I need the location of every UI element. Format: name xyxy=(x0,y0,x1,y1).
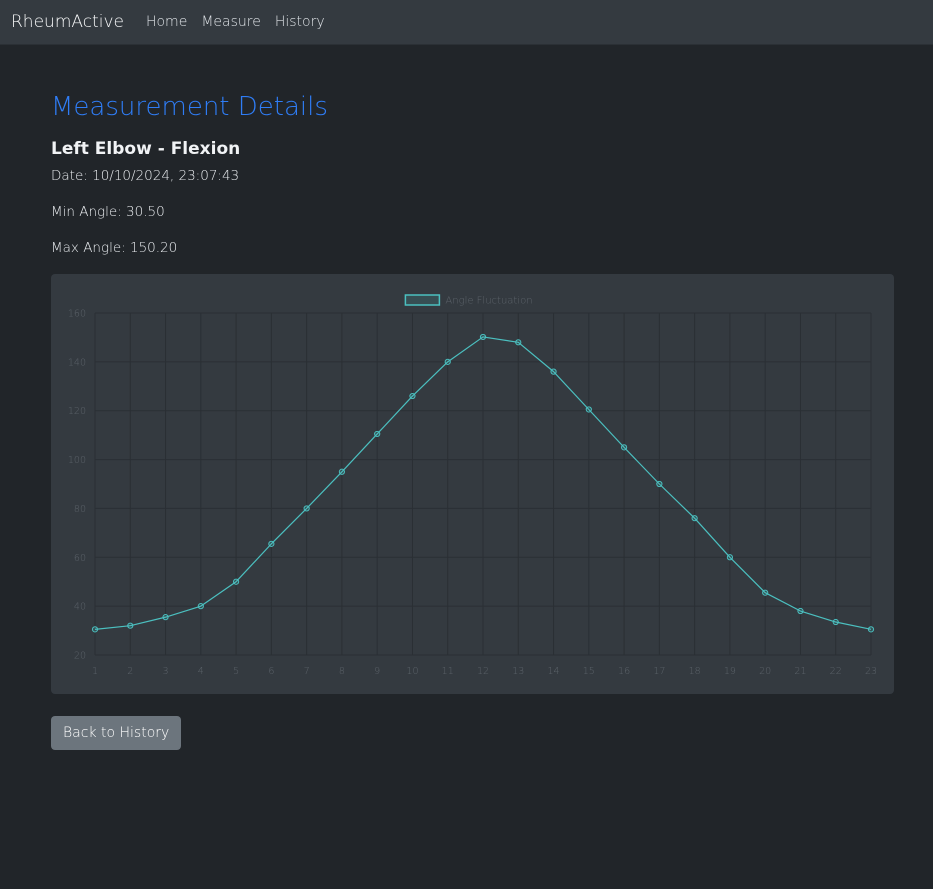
x-tick-label: 9 xyxy=(374,666,380,677)
measurement-subtitle: Left Elbow - Flexion xyxy=(51,139,241,159)
data-point xyxy=(691,515,698,522)
data-point xyxy=(550,368,557,375)
x-tick-label: 4 xyxy=(198,666,204,677)
y-tick-label: 20 xyxy=(74,651,86,662)
y-tick-label: 80 xyxy=(74,504,86,515)
angle-chart-card: 20 40 60 80 100 120 140 160 1 2 3 4 5 6 7 8 9 10 11 12 13 14 1… xyxy=(51,274,894,694)
x-tick-label: 3 xyxy=(163,666,169,677)
nav-link-measure[interactable]: Measure xyxy=(201,14,261,30)
x-tick-label: 23 xyxy=(865,666,877,677)
x-tick-label: 17 xyxy=(653,666,665,677)
nav-link-home[interactable]: Home xyxy=(146,14,187,30)
x-tick-label: 10 xyxy=(406,666,418,677)
data-point xyxy=(726,554,734,561)
data-point xyxy=(374,430,381,438)
data-point xyxy=(338,468,346,475)
min-angle: Min Angle: 30.50 xyxy=(51,204,165,220)
x-tick-label: 20 xyxy=(759,666,771,677)
data-point xyxy=(197,603,204,610)
y-tick-label: 100 xyxy=(68,455,86,466)
x-tick-label: 19 xyxy=(724,666,736,677)
data-point xyxy=(515,339,522,346)
back-to-history-button[interactable]: Back to History xyxy=(51,716,182,750)
main-content: Measurement Details Left Elbow - Flexion… xyxy=(0,91,933,750)
x-tick-label: 18 xyxy=(689,666,701,677)
data-point xyxy=(91,626,99,633)
data-point xyxy=(162,614,169,621)
measurement-date: Date: 10/10/2024, 23:07:43 xyxy=(51,168,240,184)
x-tick-label: 11 xyxy=(442,666,454,677)
x-tick-label: 5 xyxy=(233,666,239,677)
y-tick-label: 140 xyxy=(68,357,86,368)
angle-chart: 204060801001201401601 2 3 4 5 6 7 8 9 10 11 12 13 14 1… xyxy=(68,294,877,677)
data-point xyxy=(797,607,804,615)
nav-link-history[interactable]: History xyxy=(275,14,325,30)
x-tick-label: 7 xyxy=(304,666,310,677)
x-tick-label: 22 xyxy=(830,666,842,677)
x-tick-label: 15 xyxy=(583,666,595,677)
data-point xyxy=(127,622,134,629)
data-point xyxy=(656,480,663,488)
x-tick-label: 1 xyxy=(92,666,98,677)
x-tick-label: 12 xyxy=(477,666,489,677)
x-tick-label: 8 xyxy=(339,666,345,677)
max-angle: Max Angle: 150.20 xyxy=(51,240,178,256)
data-point xyxy=(585,406,592,413)
y-tick-label: 40 xyxy=(74,602,86,613)
data-point xyxy=(762,589,769,596)
y-tick-label: 120 xyxy=(68,406,86,417)
x-tick-label: 13 xyxy=(512,666,524,677)
data-point xyxy=(409,392,416,400)
data-point xyxy=(832,618,839,626)
legend-label: Angle Fluctuation xyxy=(445,296,532,307)
data-point xyxy=(867,626,875,633)
x-tick-label: 2 xyxy=(127,666,133,677)
data-point xyxy=(268,540,275,547)
navbar: RheumActive Home Measure History xyxy=(0,0,933,45)
x-tick-label: 21 xyxy=(794,666,806,677)
data-point xyxy=(479,333,487,341)
data-point xyxy=(232,578,240,585)
page-title: Measurement Details xyxy=(51,92,328,122)
x-tick-label: 16 xyxy=(618,666,630,677)
brand-link[interactable]: RheumActive xyxy=(11,12,124,32)
data-point xyxy=(620,444,628,451)
x-tick-label: 14 xyxy=(547,666,559,677)
legend-swatch xyxy=(404,294,441,306)
y-tick-label: 60 xyxy=(74,553,86,564)
x-tick-label: 6 xyxy=(268,666,274,677)
y-tick-label: 160 xyxy=(68,309,86,320)
data-point xyxy=(303,505,310,512)
data-point xyxy=(444,358,451,365)
